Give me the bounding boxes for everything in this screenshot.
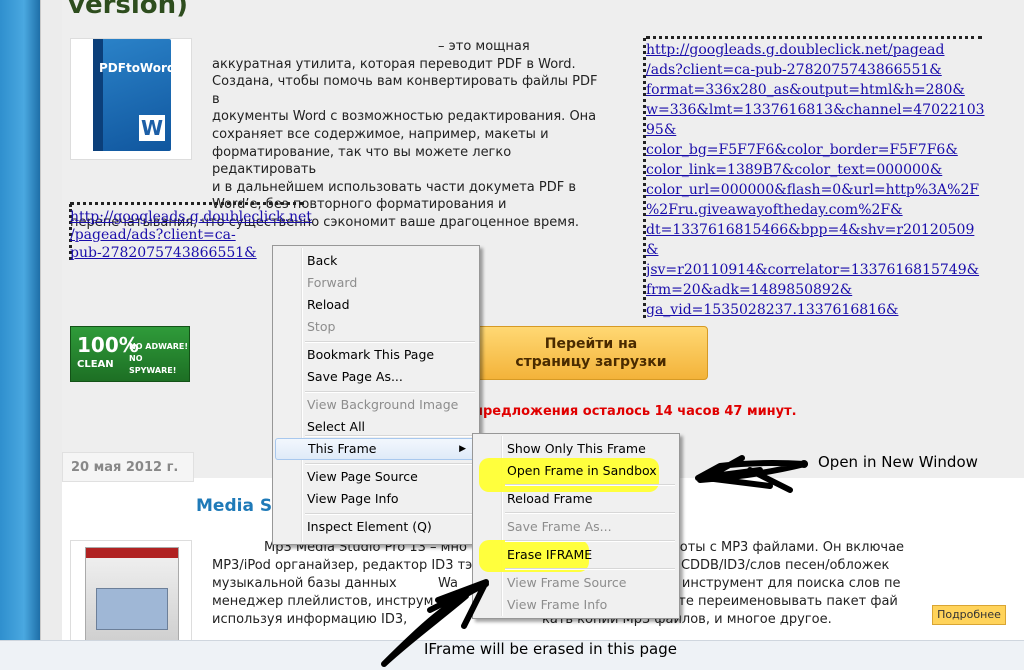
annotation-open-new-window: Open in New Window xyxy=(818,453,978,471)
annotation-iframe-erased: IFrame will be erased in this page xyxy=(424,640,677,658)
annotation-arrows xyxy=(381,455,808,667)
arrow-open-new-window xyxy=(695,455,808,493)
